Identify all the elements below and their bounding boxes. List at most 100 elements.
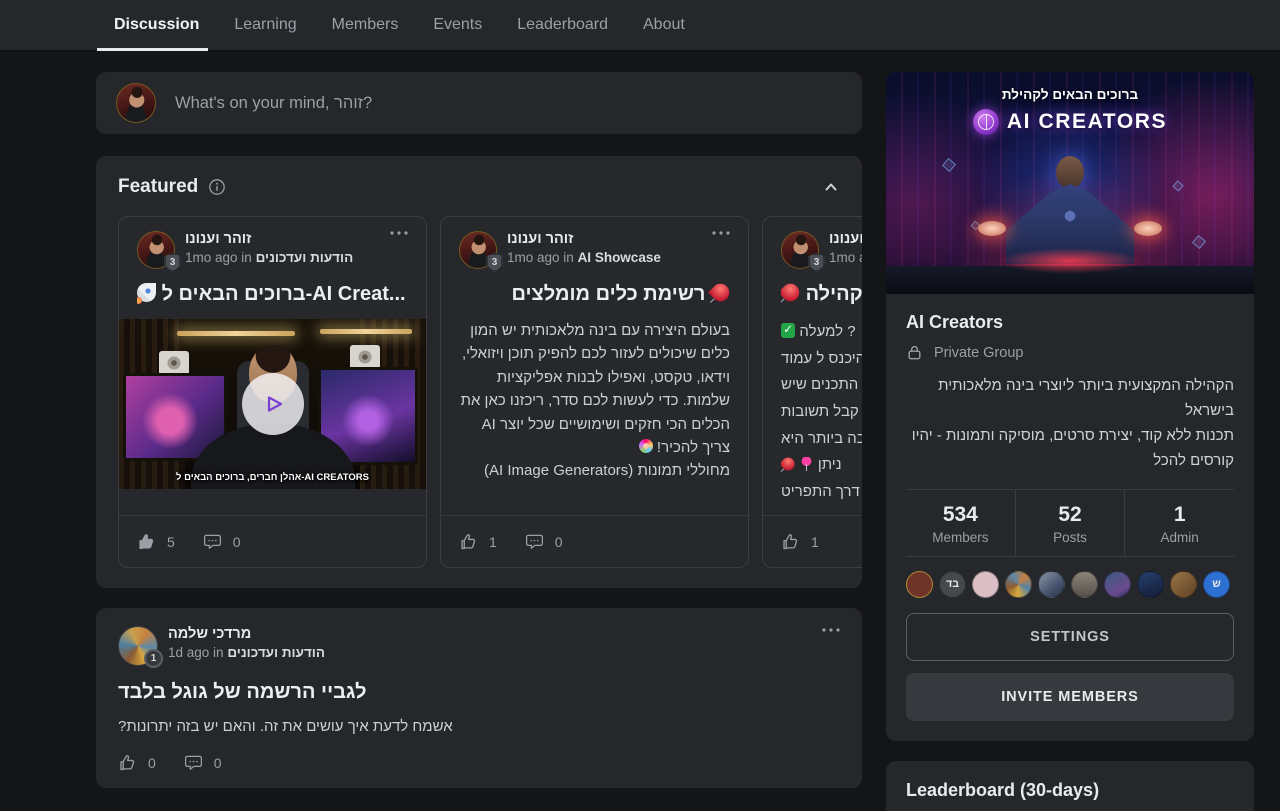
posts-count: 52: [1016, 503, 1125, 527]
author-avatar[interactable]: 3: [459, 231, 497, 269]
collapse-chevron-icon[interactable]: [822, 179, 840, 195]
settings-button[interactable]: SETTINGS: [906, 613, 1234, 661]
video-caption: אהלן חברים, ברוכים הבאים ל-AI CREATORS: [119, 472, 426, 483]
featured-card-tools[interactable]: 3 זוהר וענונו 1mo ago in AI Showcase רשי…: [440, 216, 749, 568]
more-options-icon[interactable]: [390, 231, 408, 235]
member-avatar[interactable]: בד: [939, 571, 966, 598]
member-avatar[interactable]: [1104, 571, 1131, 598]
leaderboard-section: Leaderboard (30-days): [886, 761, 1254, 811]
composer-prompt: What's on your mind, זוהר?: [175, 94, 372, 113]
group-privacy: Private Group: [934, 345, 1023, 361]
featured-section: Featured 3: [96, 156, 862, 588]
like-count: 0: [148, 755, 156, 771]
like-button[interactable]: 1: [459, 532, 497, 551]
banner-welcome-text: ברוכים הבאים לקהילת: [886, 87, 1254, 102]
tab-events[interactable]: Events: [433, 0, 482, 51]
member-avatar[interactable]: ש: [1203, 571, 1230, 598]
like-button[interactable]: 1: [781, 532, 819, 551]
rocket-emoji: [137, 283, 156, 302]
post-body[interactable]: בעולם היצירה עם בינה מלאכותית יש המון כל…: [459, 319, 730, 483]
member-avatar[interactable]: [1005, 571, 1032, 598]
featured-cards-row: 3 זוהר וענונו 1mo ago in הודעות ועדכונים…: [118, 216, 862, 568]
post-body[interactable]: ? למעלה היכנס ל עמוד התכנים שיש קבל תשוב…: [781, 319, 862, 506]
like-count: 1: [489, 534, 497, 550]
more-options-icon[interactable]: [822, 628, 840, 632]
post-time: 1mo ago in: [507, 250, 574, 265]
top-nav: Discussion Learning Members Events Leade…: [0, 0, 1280, 51]
post-title[interactable]: לגביי הרשמה של גוגל בלבד: [118, 681, 367, 703]
member-avatar[interactable]: [1038, 571, 1065, 598]
group-banner-image[interactable]: ברוכים הבאים לקהילת AI CREATORS: [886, 72, 1254, 294]
author-avatar[interactable]: 1: [118, 626, 158, 666]
member-avatar[interactable]: [906, 571, 933, 598]
category-link[interactable]: הודעות ועדכונים: [256, 250, 354, 265]
comment-count: 0: [214, 755, 222, 771]
author-avatar[interactable]: 3: [137, 231, 175, 269]
tab-discussion[interactable]: Discussion: [114, 0, 199, 51]
featured-card-welcome[interactable]: 3 זוהר וענונו 1mo ago in הודעות ועדכונים…: [118, 216, 427, 568]
author-name[interactable]: זוהר וענונו: [185, 231, 380, 247]
category-link[interactable]: AI Showcase: [578, 250, 661, 265]
pin2-emoji: [799, 457, 813, 471]
lock-icon: [906, 344, 923, 361]
post-title[interactable]: רשימת כלים מומלצים: [459, 283, 730, 306]
group-name: AI Creators: [906, 312, 1234, 333]
page-layout: What's on your mind, זוהר? Featured: [0, 51, 1280, 811]
invite-members-button[interactable]: INVITE MEMBERS: [906, 673, 1234, 721]
decor-speaker: [350, 345, 380, 369]
post-time: 1d ago in: [168, 645, 224, 660]
info-icon[interactable]: [208, 178, 226, 196]
pin-emoji: [781, 455, 797, 474]
tab-learning[interactable]: Learning: [234, 0, 296, 51]
like-button[interactable]: 0: [118, 753, 156, 772]
level-badge: 3: [164, 253, 181, 272]
post-time: 1mo ago in: [185, 250, 252, 265]
level-badge: 3: [486, 253, 503, 272]
play-button-icon[interactable]: [242, 373, 304, 435]
member-avatar[interactable]: [1137, 571, 1164, 598]
check-emoji: [781, 323, 795, 337]
banner-logo-text: AI CREATORS: [1007, 110, 1167, 134]
author-name[interactable]: זוהר וענונו: [507, 231, 702, 247]
stat-posts[interactable]: 52 Posts: [1015, 490, 1125, 556]
comment-count: 0: [555, 534, 563, 550]
category-link[interactable]: הודעות ועדכונים: [227, 645, 325, 660]
members-count: 534: [906, 503, 1015, 527]
brain-logo-icon: [973, 109, 999, 135]
post-title[interactable]: קהילה: [781, 283, 862, 306]
members-label: Members: [906, 530, 1015, 545]
member-avatar[interactable]: [1071, 571, 1098, 598]
tab-leaderboard[interactable]: Leaderboard: [517, 0, 608, 51]
featured-card-community[interactable]: 3 זוהר וענונו 1mo ago in קהילה ? למעלה ה…: [762, 216, 862, 568]
author-avatar[interactable]: 3: [781, 231, 819, 269]
decor-speaker: [159, 351, 189, 375]
member-avatars: בד ש: [906, 556, 1234, 613]
stat-admin[interactable]: 1 Admin: [1124, 490, 1234, 556]
stat-members[interactable]: 534 Members: [906, 490, 1015, 556]
level-badge: 1: [144, 649, 163, 668]
author-name[interactable]: זוהר וענונו: [829, 231, 862, 247]
sidebar: ברוכים הבאים לקהילת AI CREATORS AI Creat…: [886, 72, 1254, 811]
current-user-avatar[interactable]: [116, 83, 156, 123]
like-count: 1: [811, 534, 819, 550]
video-thumbnail[interactable]: אהלן חברים, ברוכים הבאים ל-AI CREATORS: [119, 319, 426, 489]
post-title[interactable]: ברוכים הבאים ל-AI Creat...: [137, 283, 408, 306]
post-card[interactable]: 1 מרדכי שלמה 1d ago in הודעות ועדכונים ל…: [96, 608, 862, 788]
group-info-card: ברוכים הבאים לקהילת AI CREATORS AI Creat…: [886, 72, 1254, 741]
palette-emoji: [639, 439, 653, 453]
post-body[interactable]: אשמח לדעת איך עושים את זה. והאם יש בזה י…: [118, 718, 453, 735]
admin-label: Admin: [1125, 530, 1234, 545]
comment-button[interactable]: 0: [203, 532, 241, 551]
author-name[interactable]: מרדכי שלמה: [168, 626, 840, 642]
comment-button[interactable]: 0: [525, 532, 563, 551]
post-composer[interactable]: What's on your mind, זוהר?: [96, 72, 862, 134]
more-options-icon[interactable]: [712, 231, 730, 235]
featured-title: Featured: [118, 176, 198, 198]
tab-about[interactable]: About: [643, 0, 685, 51]
like-button[interactable]: 5: [137, 532, 175, 551]
tab-members[interactable]: Members: [332, 0, 399, 51]
comment-button[interactable]: 0: [184, 753, 222, 772]
member-avatar[interactable]: [1170, 571, 1197, 598]
member-avatar[interactable]: [972, 571, 999, 598]
group-description: הקהילה המקצועית ביותר ליוצרי בינה מלאכות…: [906, 374, 1234, 474]
